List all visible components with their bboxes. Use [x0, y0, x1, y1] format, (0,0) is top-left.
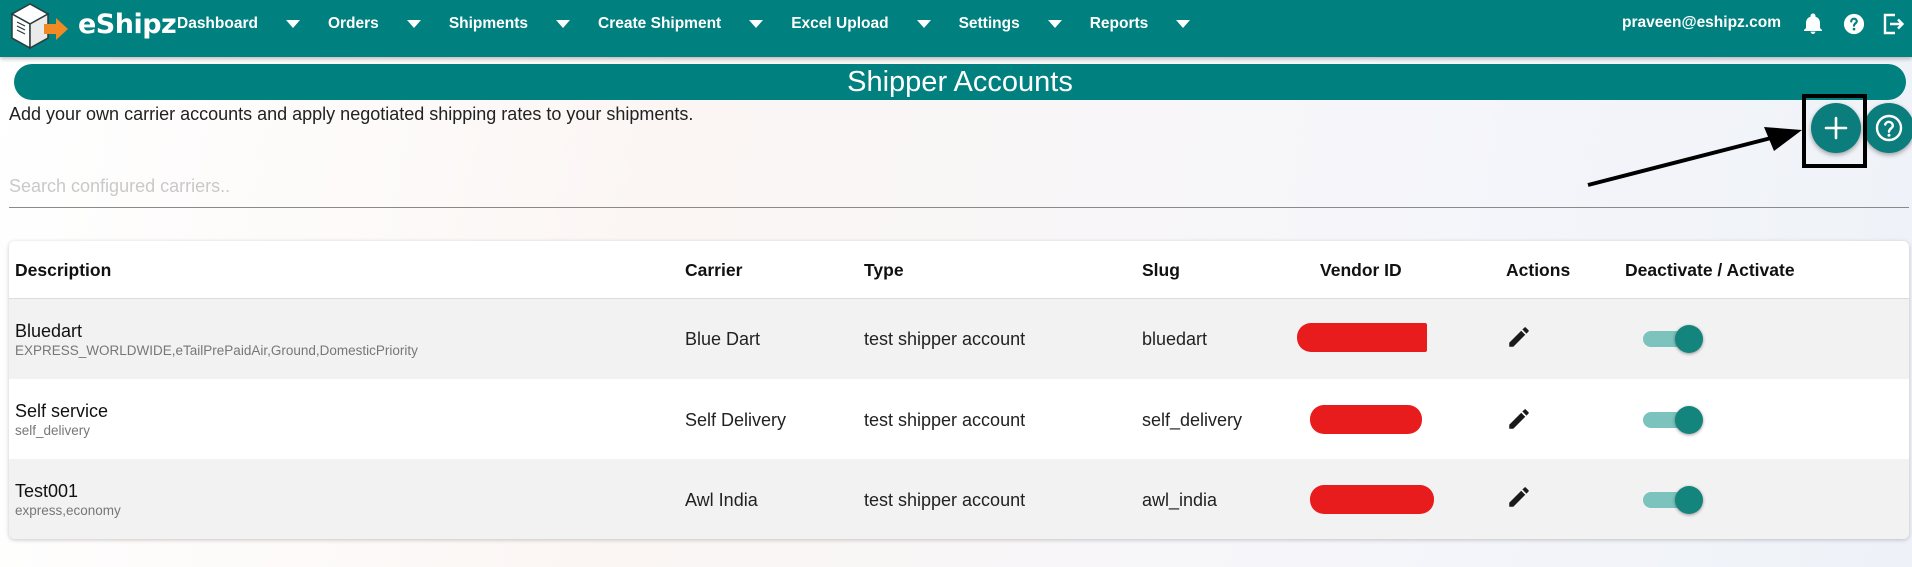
nav-settings[interactable]: Settings — [959, 15, 1090, 33]
header-description: Description — [15, 260, 112, 280]
nav-shipments-label[interactable]: Shipments — [449, 15, 528, 33]
account-name: Test001 — [15, 481, 79, 501]
table-row: Self service self_delivery Self Delivery… — [9, 379, 1909, 459]
page-subtitle: Add your own carrier accounts and apply … — [9, 104, 694, 124]
chevron-down-icon[interactable] — [749, 20, 764, 28]
account-name: Bluedart — [15, 321, 83, 341]
nav-excel-upload-label[interactable]: Excel Upload — [791, 15, 888, 33]
brand-name[interactable]: eShipz — [78, 9, 177, 40]
type-cell: test shipper account — [864, 410, 1026, 430]
activate-toggle[interactable] — [1643, 406, 1705, 434]
slug-cell: awl_india — [1142, 490, 1218, 510]
vendor-id-redacted — [1297, 323, 1427, 352]
carrier-cell: Awl India — [685, 490, 758, 510]
edit-pencil-icon[interactable] — [1506, 484, 1532, 510]
edit-pencil-icon[interactable] — [1506, 324, 1532, 350]
nav-excel-upload[interactable]: Excel Upload — [791, 15, 958, 33]
table-row: Bluedart EXPRESS_WORLDWIDE,eTailPrePaidA… — [9, 299, 1909, 379]
slug-cell: bluedart — [1142, 329, 1208, 349]
toggle-knob — [1675, 486, 1703, 514]
shipper-accounts-table: Description Carrier Type Slug Vendor ID … — [9, 241, 1909, 539]
nav-shipments[interactable]: Shipments — [449, 15, 598, 33]
nav-dashboard[interactable]: Dashboard — [177, 15, 328, 33]
nav-orders-label[interactable]: Orders — [328, 15, 379, 33]
account-name: Self service — [15, 401, 109, 421]
table-header: Description Carrier Type Slug Vendor ID … — [9, 241, 1909, 299]
type-cell: test shipper account — [864, 490, 1026, 510]
nav-create-shipment[interactable]: Create Shipment — [598, 15, 791, 33]
toggle-knob — [1675, 325, 1703, 353]
user-email[interactable]: praveen@eshipz.com — [1622, 14, 1781, 32]
header-vendor-id: Vendor ID — [1320, 260, 1402, 280]
header-slug: Slug — [1142, 260, 1180, 280]
carrier-cell: Blue Dart — [685, 329, 761, 349]
header-actions: Actions — [1506, 260, 1571, 280]
eshipz-logo-icon[interactable] — [8, 2, 70, 54]
slug-cell: self_delivery — [1142, 410, 1243, 430]
page-title: Shipper Accounts — [14, 64, 1906, 100]
question-circle-icon — [1875, 114, 1903, 142]
nav-dashboard-label[interactable]: Dashboard — [177, 15, 258, 33]
nav-reports-label[interactable]: Reports — [1090, 15, 1149, 33]
carrier-cell: Self Delivery — [685, 410, 787, 430]
account-services: express,economy — [15, 503, 121, 518]
vendor-id-redacted — [1310, 405, 1422, 434]
main-nav: Dashboard Orders Shipments Create Shipme… — [177, 0, 1218, 48]
edit-pencil-icon[interactable] — [1506, 406, 1532, 432]
account-services: self_delivery — [15, 423, 91, 438]
bell-icon[interactable] — [1801, 12, 1825, 36]
chevron-down-icon[interactable] — [556, 20, 571, 28]
activate-toggle[interactable] — [1643, 486, 1705, 514]
account-services: EXPRESS_WORLDWIDE,eTailPrePaidAir,Ground… — [15, 343, 418, 358]
chevron-down-icon[interactable] — [1176, 20, 1191, 28]
activate-toggle[interactable] — [1643, 325, 1705, 353]
nav-orders[interactable]: Orders — [328, 15, 449, 33]
header-toggle: Deactivate / Activate — [1625, 260, 1795, 280]
nav-create-shipment-label[interactable]: Create Shipment — [598, 15, 721, 33]
help-button[interactable] — [1864, 103, 1912, 153]
header-carrier: Carrier — [685, 260, 743, 280]
chevron-down-icon[interactable] — [1047, 20, 1062, 28]
toggle-knob — [1675, 406, 1703, 434]
nav-reports[interactable]: Reports — [1090, 15, 1219, 33]
nav-settings-label[interactable]: Settings — [959, 15, 1020, 33]
chevron-down-icon[interactable] — [406, 20, 421, 28]
annotation-highlight-box — [1802, 94, 1867, 168]
type-cell: test shipper account — [864, 329, 1026, 349]
search-input[interactable] — [9, 165, 1909, 208]
vendor-id-redacted — [1310, 485, 1434, 514]
chevron-down-icon[interactable] — [285, 20, 300, 28]
logout-icon[interactable] — [1881, 12, 1905, 36]
top-navbar: eShipz Dashboard Orders Shipments Create… — [0, 0, 1912, 57]
chevron-down-icon[interactable] — [916, 20, 931, 28]
help-icon[interactable] — [1843, 13, 1865, 35]
table-row: Test001 express,economy Awl India test s… — [9, 459, 1909, 539]
header-type: Type — [864, 260, 904, 280]
